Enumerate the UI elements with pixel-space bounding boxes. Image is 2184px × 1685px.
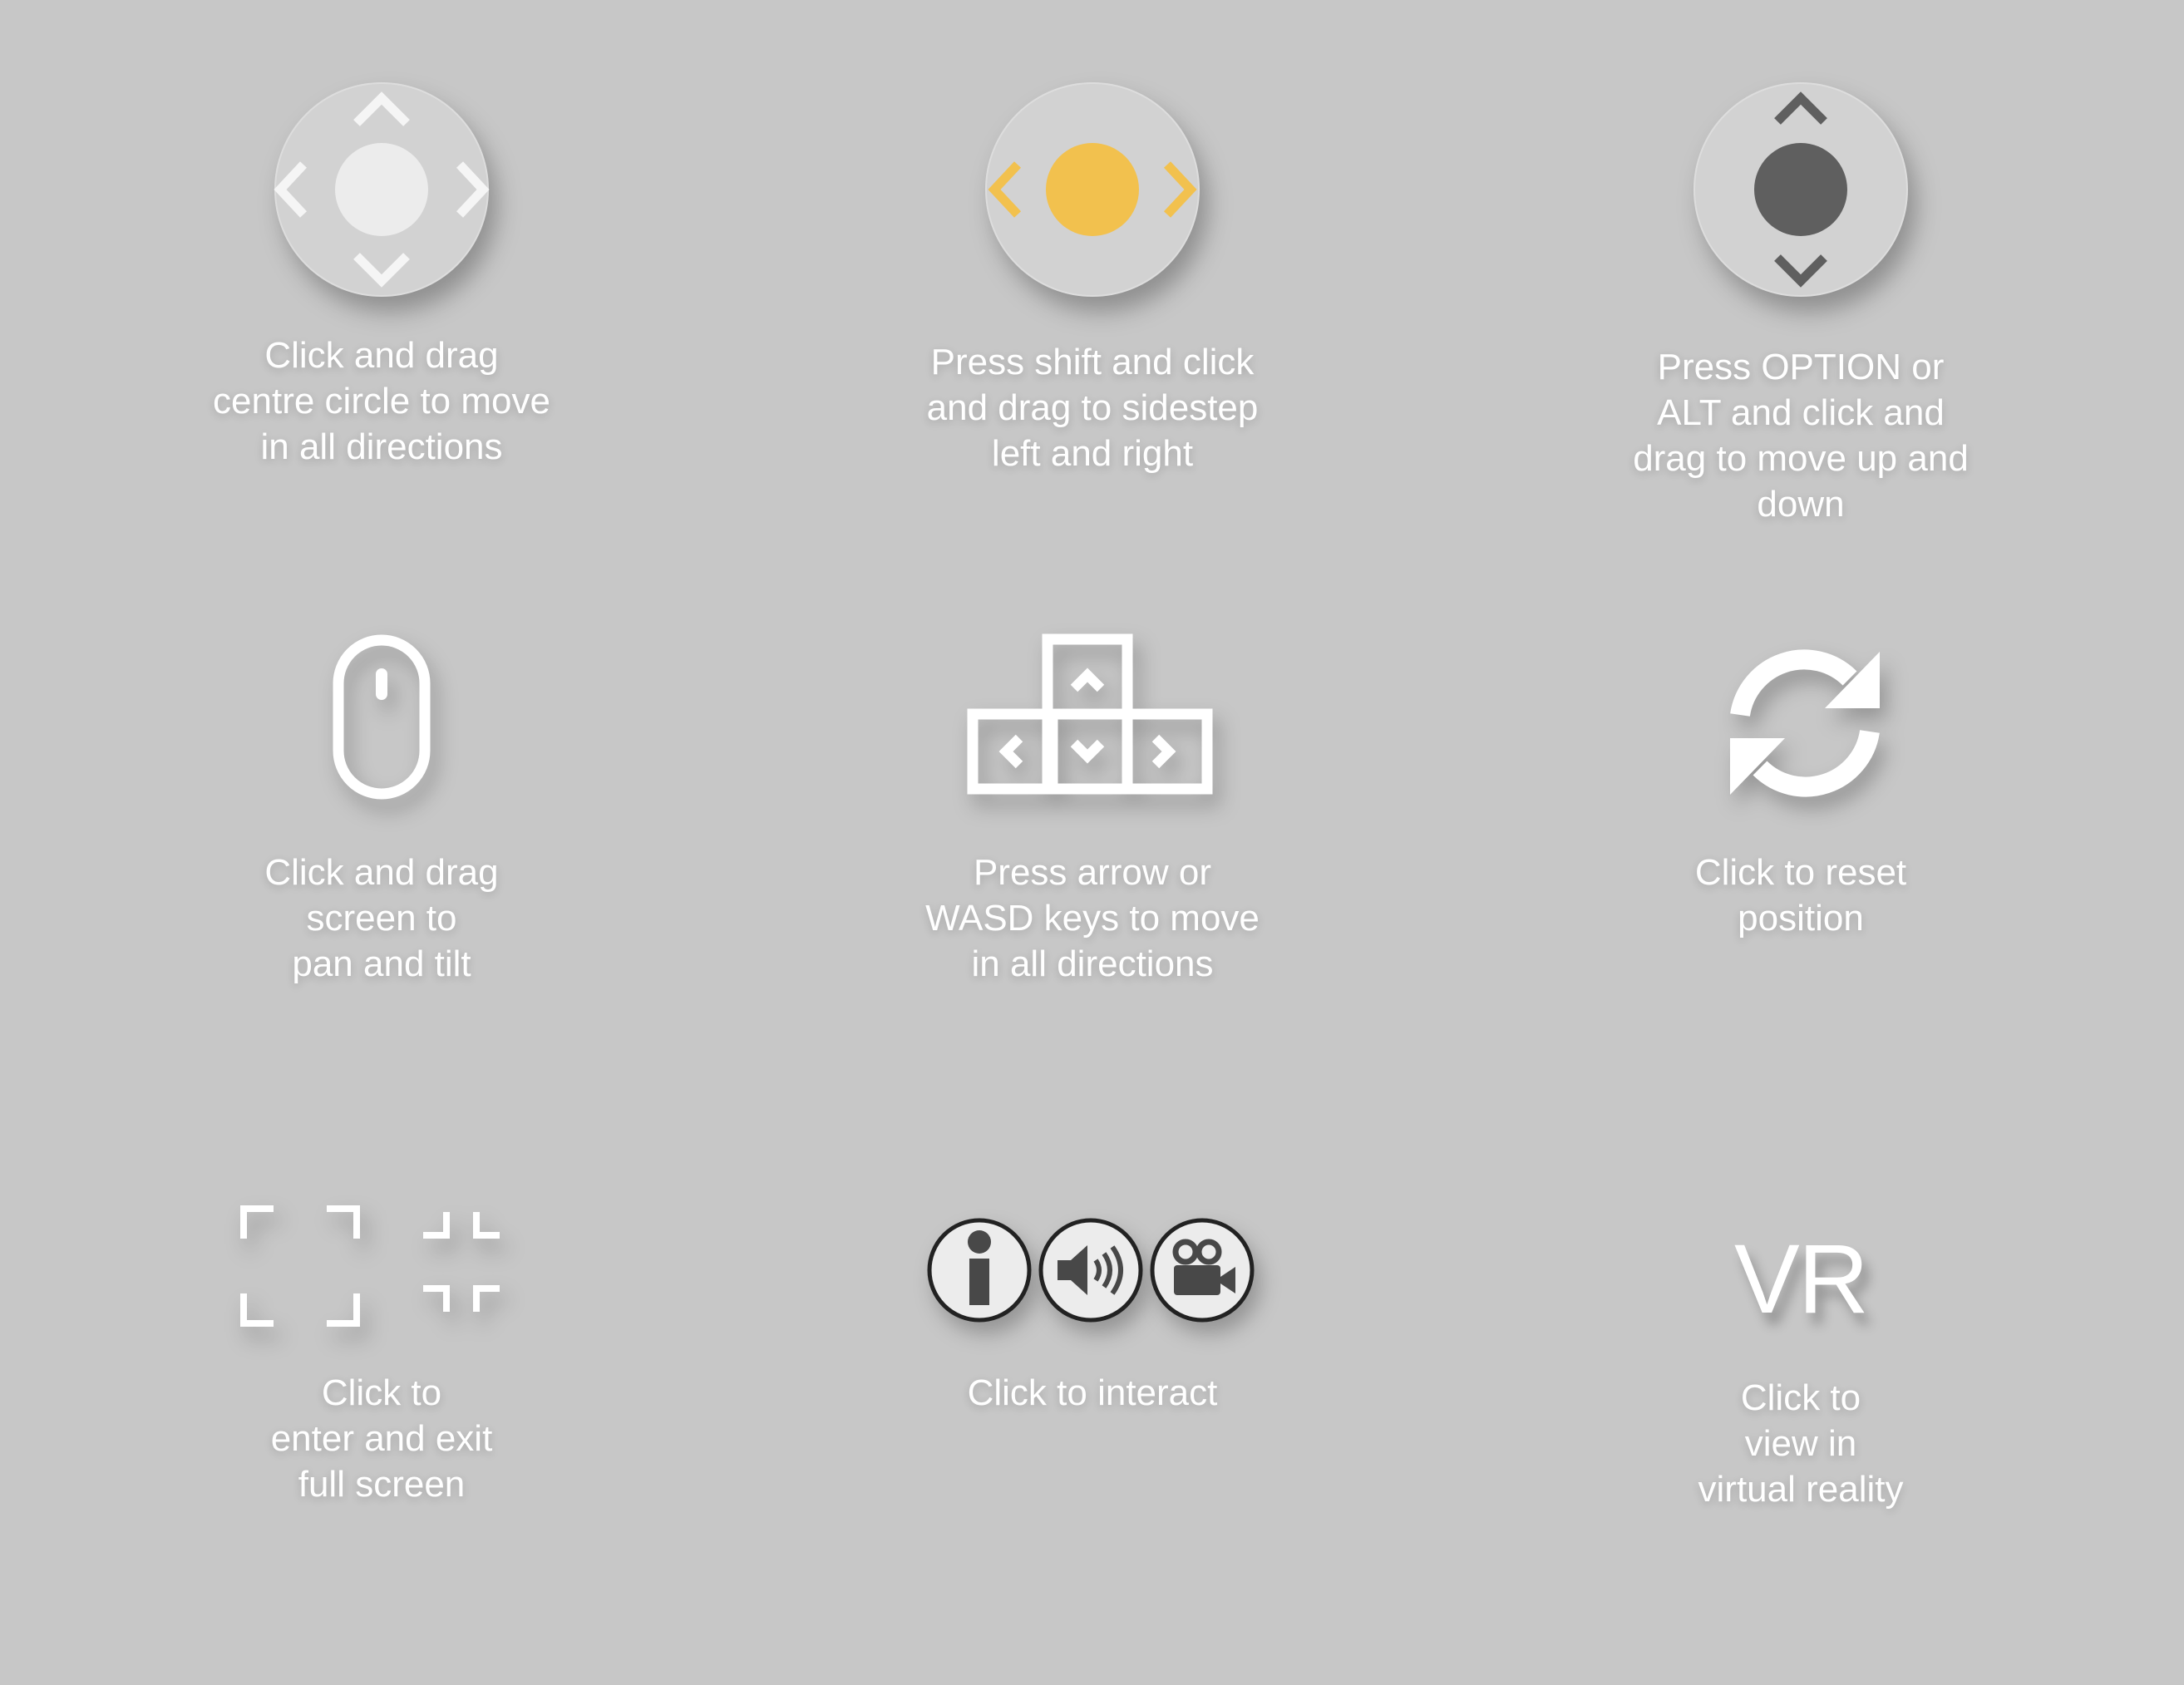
- caption-interact: Click to interact: [967, 1372, 1218, 1413]
- fullscreen-icon[interactable]: [240, 1205, 523, 1338]
- interact-icons: [926, 1205, 1259, 1323]
- instruction-sidestep: Press shift and click and drag to sidest…: [801, 75, 1383, 507]
- instruction-pan-tilt: Click and drag screen to pan and tilt: [91, 632, 673, 998]
- caption-reset: Click to reset position: [1694, 852, 1907, 939]
- joystick-all-directions-icon[interactable]: [274, 75, 490, 299]
- instruction-interact: Click to interact: [801, 1205, 1383, 1455]
- caption-fullscreen: Click to enter and exit full screen: [270, 1372, 493, 1505]
- arrow-keys-icon: [967, 633, 1213, 795]
- caption-move-all: Click and drag centre circle to move in …: [213, 335, 550, 467]
- caption-vr: Click to view in virtual reality: [1698, 1377, 1904, 1510]
- instruction-keys: Press arrow or WASD keys to move in all …: [801, 632, 1383, 998]
- reset-icon[interactable]: [1713, 632, 1896, 815]
- instruction-fullscreen: Click to enter and exit full screen: [91, 1205, 673, 1538]
- instruction-reset: Click to reset position: [1510, 632, 2092, 948]
- caption-up-down: Press OPTION or ALT and click and drag t…: [1633, 347, 1969, 525]
- vr-icon[interactable]: VR: [1510, 1230, 2092, 1328]
- audio-icon[interactable]: [1038, 1217, 1144, 1323]
- caption-sidestep: Press shift and click and drag to sidest…: [926, 342, 1259, 474]
- mouse-icon: [333, 634, 431, 800]
- caption-pan-tilt: Click and drag screen to pan and tilt: [264, 852, 499, 984]
- joystick-sidestep-icon[interactable]: [984, 75, 1200, 299]
- video-camera-icon[interactable]: [1149, 1217, 1255, 1323]
- caption-keys: Press arrow or WASD keys to move in all …: [925, 852, 1260, 984]
- instruction-vr: VR Click to view in virtual reality: [1510, 1205, 2092, 1538]
- info-icon[interactable]: [926, 1217, 1033, 1323]
- instruction-move-all: Click and drag centre circle to move in …: [91, 75, 673, 507]
- instruction-up-down: Press OPTION or ALT and click and drag t…: [1510, 75, 2092, 540]
- joystick-up-down-icon[interactable]: [1693, 75, 1909, 299]
